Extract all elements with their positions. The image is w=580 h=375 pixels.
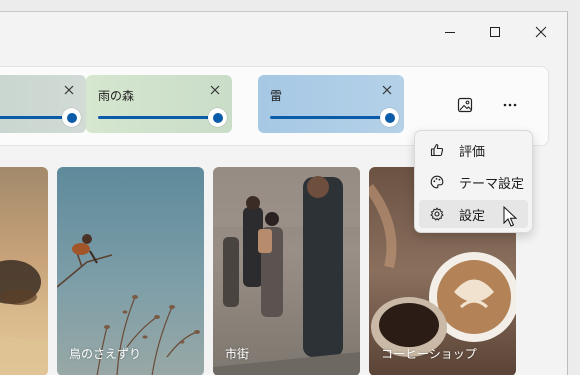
more-options-button[interactable] [498,93,522,117]
minimize-icon [445,32,455,33]
tile-image [0,260,48,375]
maximize-button[interactable] [472,12,518,52]
tile-caption: コーヒーショップ [381,347,477,361]
volume-slider-thumb[interactable] [380,108,399,127]
tile-caption: 市街 [225,347,250,361]
menu-item-rate[interactable]: 評価 [419,136,528,164]
thumbs-up-icon [429,142,445,158]
wallpaper-button[interactable] [453,93,477,117]
menu-item-theme[interactable]: テーマ設定 [419,168,528,196]
menu-item-label: テーマ設定 [459,176,525,192]
more-icon [503,103,517,107]
volume-slider-thumb[interactable] [208,108,227,127]
volume-slider-thumb[interactable] [62,108,81,127]
sound-tile[interactable]: 鳥のさえずり [57,167,204,375]
volume-slider-track[interactable] [98,116,218,119]
volume-slider-track[interactable] [270,116,390,119]
sound-card [0,75,86,133]
tile-caption: 鳥のさえずり [69,347,142,361]
gear-icon [429,206,445,222]
menu-item-label: 設定 [459,208,486,224]
palette-icon [429,174,445,190]
sound-card-label: 雷 [270,89,283,103]
close-window-button[interactable] [518,12,564,52]
image-icon [457,97,473,113]
close-icon[interactable] [208,83,222,97]
close-icon[interactable] [380,83,394,97]
sound-card-label: 雨の森 [98,89,135,103]
tile-image [57,234,200,375]
sound-tile[interactable]: 市街 [213,167,360,375]
tile-image [213,167,360,375]
sound-tile[interactable] [0,167,48,375]
mouse-pointer-icon [503,206,517,227]
menu-item-label: 評価 [459,144,486,160]
minimize-button[interactable] [427,12,473,52]
close-icon [535,26,547,38]
sound-card: 雨の森 [86,75,232,133]
close-icon[interactable] [62,83,76,97]
maximize-icon [490,27,500,37]
sound-card: 雷 [258,75,404,133]
